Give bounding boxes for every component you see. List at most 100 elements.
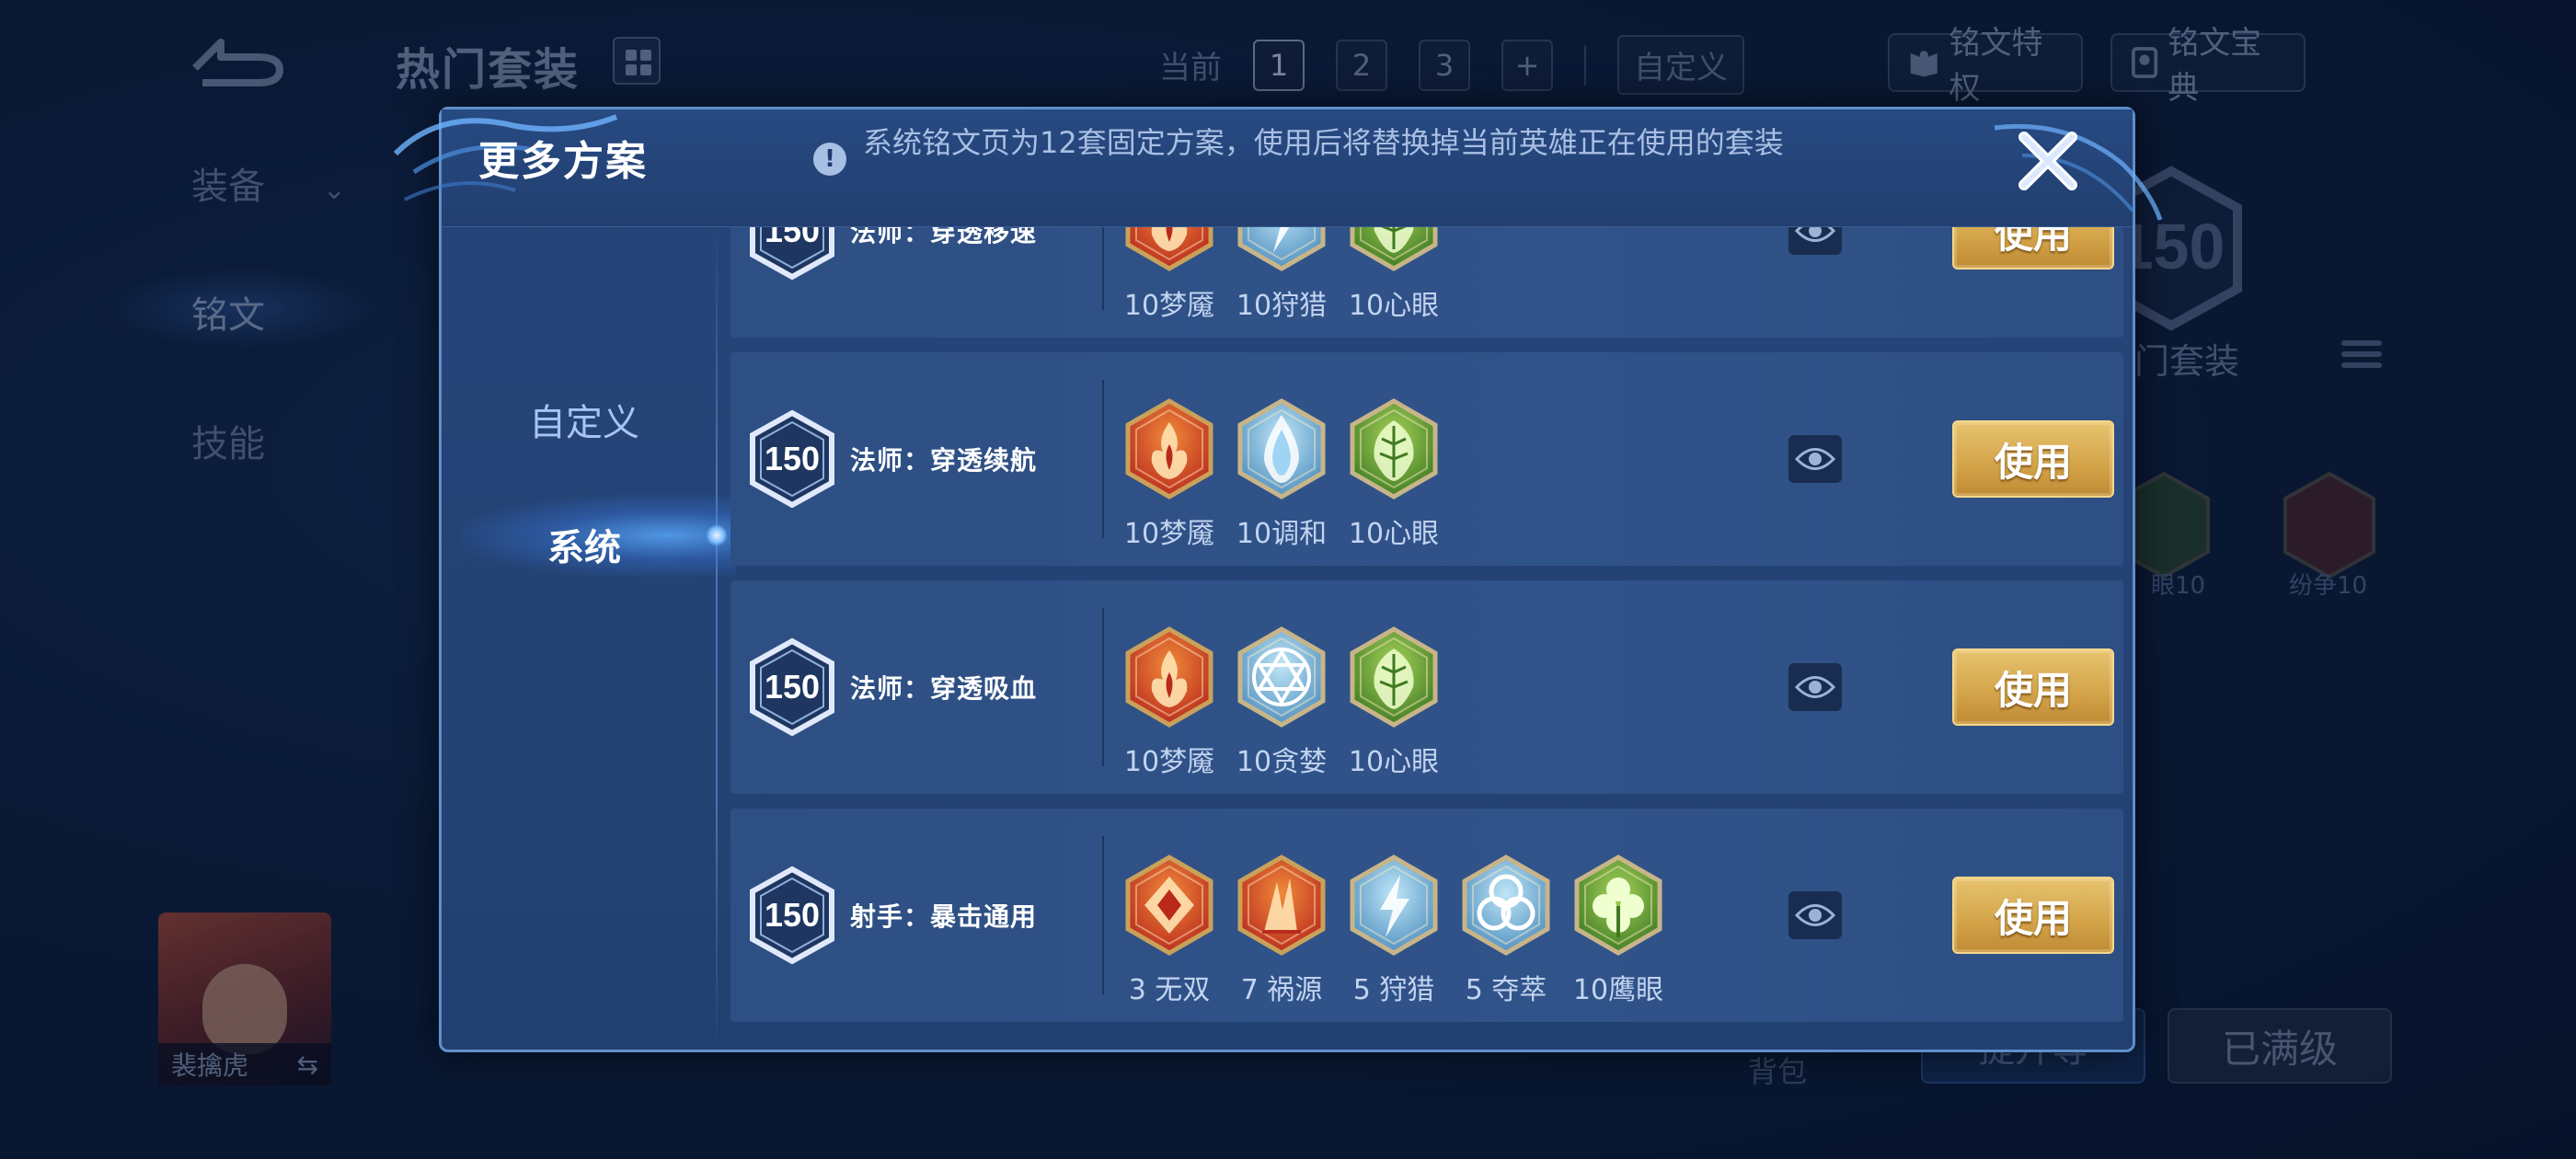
scheme-name: 法师：穿透吸血 [850, 673, 1038, 704]
rune-label: 3 无双 [1128, 974, 1211, 1006]
rune-label: 10贪婪 [1236, 746, 1328, 778]
notice-text: 系统铭文页为12套固定方案，使用后将替换掉当前英雄正在使用的套装 [863, 125, 1784, 160]
more-schemes-modal: 更多方案 ! 系统铭文页为12套固定方案，使用后将替换掉当前英雄正在使用的套装 … [393, 107, 2163, 1052]
scheme-name: 射手：暴击通用 [850, 901, 1038, 932]
hero-name: 裴擒虎 [171, 1050, 249, 1081]
rune-label: 10梦魇 [1123, 290, 1215, 322]
scheme-name: 法师：穿透续航 [850, 445, 1038, 476]
use-button[interactable]: 使用 [1952, 420, 2114, 498]
side-nav-equipment-label: 装备 [191, 166, 265, 208]
rune-diamond-icon [1124, 855, 1214, 956]
info-icon: ! [813, 143, 846, 176]
level-hex-icon: 150 [750, 866, 834, 965]
bg-set-label: 门套装 [2134, 341, 2240, 382]
rune-clover-icon [1573, 855, 1663, 956]
scheme-row-4: 150 射手：暴击通用 3 无双 7 祸源 5 狩猎 5 夺萃 10鹰眼 使用 [730, 809, 2123, 1022]
rune-label: 10心眼 [1348, 518, 1440, 550]
rune-label: 10心眼 [1348, 746, 1440, 778]
eye-icon [1795, 904, 1835, 926]
rune-privilege-button[interactable]: 铭文特权 [1888, 25, 2083, 107]
hero-face [202, 964, 287, 1054]
page-tab-3[interactable]: 3 [1419, 39, 1470, 91]
rune-bolt-icon [1236, 227, 1327, 271]
rune-label: 7 祸源 [1240, 974, 1323, 1006]
back-arrow-icon[interactable] [184, 33, 285, 88]
level-hex-icon: 150 [750, 637, 834, 737]
codex-icon [2131, 47, 2158, 78]
use-button[interactable]: 使用 [1952, 877, 2114, 954]
book-icon [1910, 51, 1938, 77]
level-hex-icon: 150 [750, 409, 834, 509]
rune-label: 10心眼 [1348, 290, 1440, 322]
eye-icon [1795, 227, 1835, 242]
rune-knot-icon [1461, 855, 1551, 956]
divider [1584, 44, 1586, 86]
add-page-button[interactable]: + [1501, 39, 1553, 91]
rune-label: 5 夺萃 [1465, 974, 1547, 1006]
preview-button[interactable] [1788, 891, 1842, 939]
preview-button[interactable] [1788, 227, 1842, 255]
eye-icon [1795, 448, 1835, 470]
bg-rune-label-2: 纷争10 [2289, 572, 2368, 600]
swap-icon: ⇆ [296, 1049, 318, 1080]
side-nav-skills[interactable]: 技能 [191, 414, 265, 467]
bag-label[interactable]: 背包 [1748, 1049, 1807, 1091]
level-value: 150 [765, 896, 820, 934]
row-divider [1102, 380, 1104, 538]
chevron-down-icon: ⌄ [322, 174, 346, 206]
scheme-row-3: 150 法师：穿透吸血 10梦魇 10贪婪 10心眼 使用 [730, 580, 2123, 794]
rune-label: 10梦魇 [1123, 746, 1215, 778]
page-tab-1[interactable]: 1 [1253, 39, 1305, 91]
use-button[interactable]: 使用 [1952, 227, 2114, 270]
bg-page-tabbar: 当前 1 2 3 + 自定义 [1159, 35, 1744, 95]
rune-label: 10鹰眼 [1572, 974, 1664, 1006]
side-nav-line [716, 227, 718, 1052]
tab-system[interactable]: 系统 [442, 518, 727, 571]
rune-leaf-icon [1349, 227, 1439, 271]
bg-rune-red-icon [2283, 471, 2375, 580]
grid-icon[interactable] [613, 37, 661, 85]
page-tab-2[interactable]: 2 [1336, 39, 1387, 91]
row-divider [1102, 227, 1104, 310]
level-value: 150 [765, 227, 820, 249]
modal-header: 更多方案 ! 系统铭文页为12套固定方案，使用后将替换掉当前英雄正在使用的套装 [393, 109, 2163, 227]
close-icon[interactable] [2011, 124, 2085, 198]
hero-name-bar[interactable]: 裴擒虎 ⇆ [158, 1043, 331, 1085]
row-divider [1102, 608, 1104, 766]
rune-codex-button[interactable]: 铭文宝典 [2110, 25, 2306, 107]
rune-flame-icon [1124, 398, 1214, 499]
rune-label: 10梦魇 [1123, 518, 1215, 550]
rune-flame-icon [1124, 227, 1214, 271]
bg-rune-label-1: 眼10 [2151, 572, 2206, 600]
bg-page-title: 热门套装 [396, 44, 581, 96]
rune-bolt-icon [1349, 855, 1439, 956]
rune-star-icon [1236, 626, 1327, 728]
preview-button[interactable] [1788, 663, 1842, 711]
side-nav-runes[interactable]: 铭文 [191, 285, 265, 339]
rune-leaf-icon [1349, 398, 1439, 499]
rune-flame-icon [1124, 626, 1214, 728]
tab-custom[interactable]: 自定义 [442, 393, 727, 446]
rune-drop-icon [1236, 398, 1327, 499]
scheme-list[interactable]: 150 法师：穿透移速 10梦魇 10狩猎 10心眼 使用 150 法师：穿透续… [730, 227, 2123, 1046]
scheme-name: 法师：穿透移速 [850, 227, 1038, 247]
rune-leaf-icon [1349, 626, 1439, 728]
level-hex-icon: 150 [750, 227, 834, 281]
use-button[interactable]: 使用 [1952, 648, 2114, 726]
modal-title: 更多方案 [478, 138, 648, 185]
max-level-button[interactable]: 已满级 [2168, 1008, 2392, 1084]
rune-spikes-icon [1236, 855, 1327, 956]
rune-label: 10狩猎 [1236, 290, 1328, 322]
list-menu-icon[interactable] [2341, 340, 2382, 381]
custom-button[interactable]: 自定义 [1617, 35, 1744, 95]
current-label: 当前 [1159, 50, 1222, 86]
rune-label: 5 狩猎 [1352, 974, 1435, 1006]
level-value: 150 [765, 668, 820, 706]
scheme-row-1: 150 法师：穿透移速 10梦魇 10狩猎 10心眼 使用 [730, 227, 2123, 338]
eye-icon [1795, 676, 1835, 698]
scheme-row-2: 150 法师：穿透续航 10梦魇 10调和 10心眼 使用 [730, 352, 2123, 566]
preview-button[interactable] [1788, 435, 1842, 483]
row-divider [1102, 836, 1104, 994]
side-nav-equipment[interactable]: 装备 ⌄ [191, 156, 346, 210]
modal-side-nav: 自定义 系统 [442, 227, 736, 1052]
